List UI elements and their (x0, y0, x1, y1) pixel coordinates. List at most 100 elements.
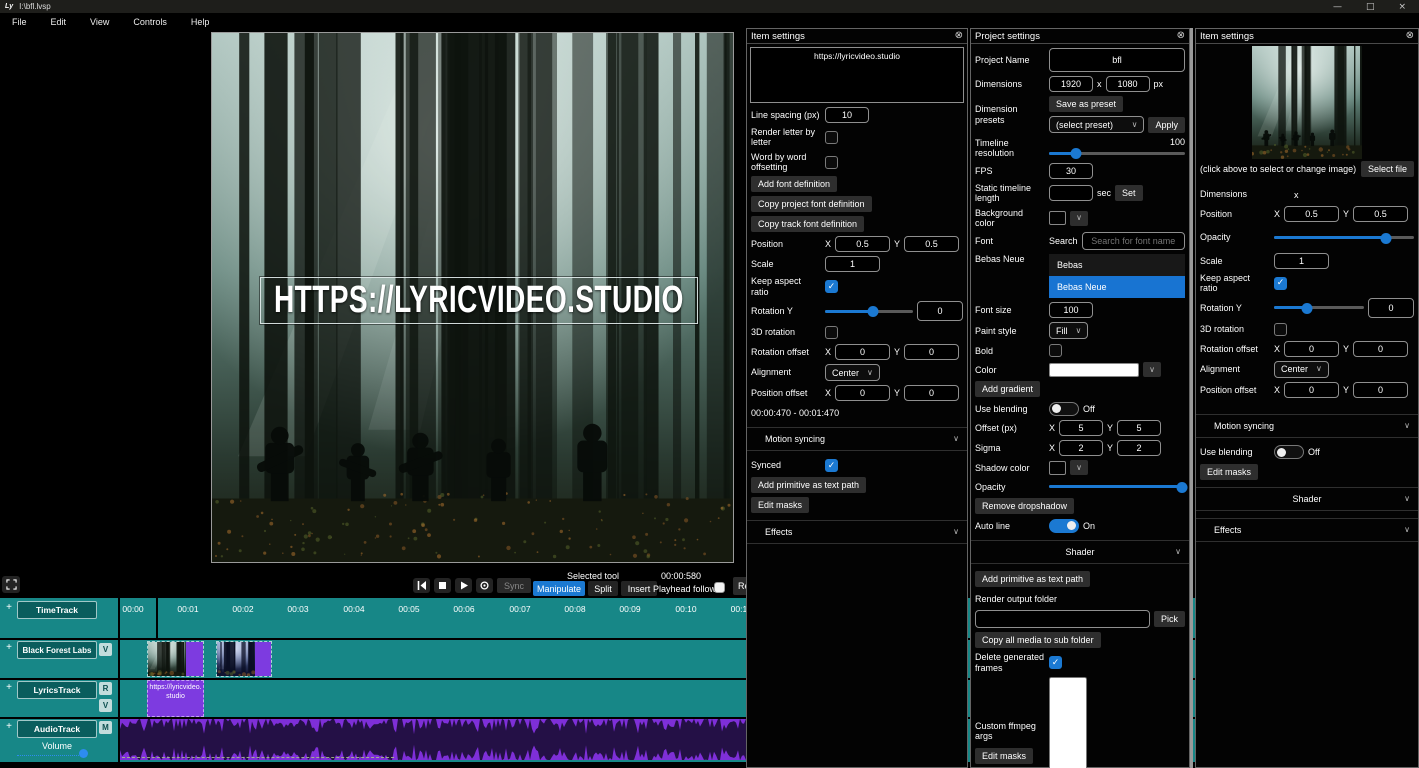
save-preset-button[interactable]: Save as preset (1049, 96, 1123, 112)
sigma-x-input[interactable] (1059, 440, 1103, 456)
position-offset-x-input[interactable] (1284, 382, 1339, 398)
audio-volume-line[interactable] (122, 757, 394, 758)
font-size-input[interactable] (1049, 302, 1093, 318)
add-item-button[interactable]: + (4, 721, 14, 732)
position-offset-y-input[interactable] (1353, 382, 1408, 398)
scale-input[interactable] (1274, 253, 1329, 269)
timeline-ruler[interactable]: 00:00 00:01 00:02 00:03 00:04 00:05 00:0… (0, 598, 746, 638)
font-list-item[interactable]: Bebas (1049, 254, 1185, 276)
maximize-icon[interactable]: □ (1366, 2, 1375, 12)
add-primitive-button[interactable]: Add primitive as text path (751, 477, 866, 493)
width-input[interactable] (1049, 76, 1093, 92)
video-preview[interactable]: HTTPS://LYRICVIDEO.STUDIO (211, 32, 734, 563)
auto-line-toggle[interactable] (1049, 519, 1079, 533)
rotation-y-slider[interactable] (825, 305, 913, 317)
timeline-resolution-slider[interactable] (1049, 147, 1185, 159)
copy-track-font-button[interactable]: Copy track font definition (751, 216, 864, 232)
fps-input[interactable] (1049, 163, 1093, 179)
edit-masks-button[interactable]: Edit masks (751, 497, 809, 513)
track-name-lyrics[interactable]: LyricsTrack (17, 681, 97, 699)
remove-dropshadow-button[interactable]: Remove dropshadow (975, 498, 1074, 514)
menu-controls[interactable]: Controls (121, 17, 179, 27)
tool-split[interactable]: Split (588, 581, 618, 596)
pick-folder-button[interactable]: Pick (1154, 611, 1185, 627)
position-y-input[interactable] (904, 236, 959, 252)
add-primitive-button[interactable]: Add primitive as text path (975, 571, 1090, 587)
font-list-item-selected[interactable]: Bebas Neue (1049, 276, 1185, 298)
menu-view[interactable]: View (78, 17, 121, 27)
keep-aspect-checkbox[interactable]: ✓ (825, 280, 838, 293)
add-gradient-button[interactable]: Add gradient (975, 381, 1040, 397)
lyric-text-input[interactable]: https://lyricvideo.studio (750, 47, 964, 103)
background-color-swatch[interactable] (1049, 211, 1066, 225)
render-output-input[interactable] (975, 610, 1150, 628)
record-button[interactable] (476, 578, 493, 593)
text-color-dropdown[interactable]: ∨ (1143, 362, 1161, 377)
opacity-slider[interactable] (1274, 232, 1414, 244)
track-name-image[interactable]: Black Forest Labs (17, 641, 97, 659)
rotation-y-slider[interactable] (1274, 302, 1364, 314)
shader-section[interactable]: Shader ∨ (1196, 487, 1418, 511)
tool-manipulate[interactable]: Manipulate (533, 581, 585, 596)
close-panel-icon[interactable]: ⊗ (955, 31, 963, 41)
expand-timeline-button[interactable] (2, 576, 20, 593)
rotation-offset-x-input[interactable] (835, 344, 890, 360)
text-selection-box[interactable]: HTTPS://LYRICVIDEO.STUDIO (260, 277, 698, 324)
track-visibility-button[interactable]: V (99, 699, 112, 712)
position-x-input[interactable] (835, 236, 890, 252)
playhead-marker[interactable] (156, 598, 158, 638)
rotation-offset-y-input[interactable] (904, 344, 959, 360)
preset-select[interactable]: (select preset) ∨ (1049, 116, 1144, 133)
shadow-opacity-slider[interactable] (1049, 481, 1185, 493)
track-name-timetrack[interactable]: TimeTrack (17, 601, 97, 619)
tool-insert[interactable]: Insert (621, 581, 657, 596)
volume-handle[interactable] (79, 749, 88, 758)
copy-media-button[interactable]: Copy all media to sub folder (975, 632, 1101, 648)
volume-automation-line[interactable] (17, 755, 79, 756)
play-button[interactable] (455, 578, 472, 593)
skip-start-button[interactable] (413, 578, 430, 593)
background-color-dropdown[interactable]: ∨ (1070, 211, 1088, 226)
close-panel-icon[interactable]: ⊗ (1177, 31, 1185, 41)
position-x-input[interactable] (1284, 206, 1339, 222)
project-name-input[interactable] (1049, 48, 1185, 72)
alignment-select[interactable]: Center ∨ (825, 364, 880, 381)
render-letter-checkbox[interactable] (825, 131, 838, 144)
alignment-select[interactable]: Center ∨ (1274, 361, 1329, 378)
font-search-input[interactable] (1082, 232, 1185, 250)
word-offset-checkbox[interactable] (825, 156, 838, 169)
track-record-button[interactable]: R (99, 682, 112, 695)
bold-checkbox[interactable] (1049, 344, 1062, 357)
rotation-offset-x-input[interactable] (1284, 341, 1339, 357)
edit-masks-button[interactable]: Edit masks (975, 748, 1033, 764)
track-mute-button[interactable]: M (99, 721, 112, 734)
add-font-definition-button[interactable]: Add font definition (751, 176, 837, 192)
select-file-button[interactable]: Select file (1361, 161, 1414, 177)
item-image-thumbnail[interactable] (1252, 46, 1362, 159)
3d-rotation-checkbox[interactable] (825, 326, 838, 339)
use-blending-toggle[interactable] (1274, 445, 1304, 459)
track-visibility-button[interactable]: V (99, 643, 112, 656)
effects-section[interactable]: Effects ∨ (1196, 518, 1418, 542)
shadow-color-swatch[interactable] (1049, 461, 1066, 475)
image-clip-2[interactable] (216, 641, 272, 677)
add-item-button[interactable]: + (4, 682, 14, 693)
sync-button[interactable]: Sync (497, 578, 531, 593)
add-item-button[interactable]: + (4, 602, 14, 613)
height-input[interactable] (1106, 76, 1150, 92)
close-icon[interactable]: × (1398, 2, 1406, 12)
paint-style-select[interactable]: Fill ∨ (1049, 322, 1088, 339)
image-clip-1[interactable] (147, 641, 204, 677)
offset-y-input[interactable] (1117, 420, 1161, 436)
synced-checkbox[interactable]: ✓ (825, 459, 838, 472)
rotation-y-input[interactable] (1368, 298, 1414, 318)
position-y-input[interactable] (1353, 206, 1408, 222)
playhead-follows-checkbox[interactable] (714, 582, 725, 593)
edit-masks-button[interactable]: Edit masks (1200, 464, 1258, 480)
use-blending-toggle[interactable] (1049, 402, 1079, 416)
copy-project-font-button[interactable]: Copy project font definition (751, 196, 872, 212)
shadow-color-dropdown[interactable]: ∨ (1070, 460, 1088, 475)
effects-section[interactable]: Effects ∨ (747, 520, 967, 544)
minimize-icon[interactable]: — (1333, 2, 1342, 12)
scale-input[interactable] (825, 256, 880, 272)
